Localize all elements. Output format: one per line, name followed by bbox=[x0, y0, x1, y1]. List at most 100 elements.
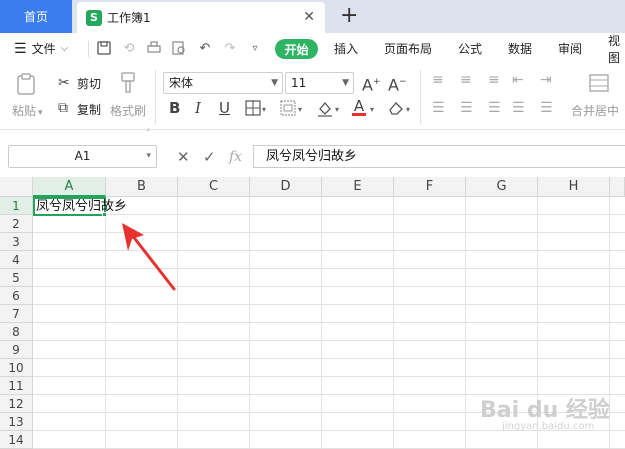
column-header-g[interactable]: G bbox=[466, 177, 538, 197]
spreadsheet-icon: S bbox=[86, 9, 102, 26]
tab-review[interactable]: 审阅 bbox=[558, 33, 582, 64]
row-header-5[interactable]: 5 bbox=[0, 269, 33, 287]
font-color-button[interactable]: A bbox=[352, 98, 366, 116]
file-menu-label: 文件 bbox=[31, 42, 56, 56]
row-header-2[interactable]: 2 bbox=[0, 215, 33, 233]
tab-data[interactable]: 数据 bbox=[508, 33, 532, 64]
tab-page-layout[interactable]: 页面布局 bbox=[384, 33, 432, 64]
chevron-down-icon: ▼ bbox=[342, 78, 349, 88]
name-box[interactable]: A1 ▾ bbox=[8, 145, 157, 168]
customize-toolbar-icon[interactable]: ▿ bbox=[247, 41, 263, 57]
italic-button[interactable]: I bbox=[195, 100, 201, 116]
column-header-f[interactable]: F bbox=[394, 177, 466, 197]
align-bottom-icon[interactable]: ≡ bbox=[488, 72, 500, 88]
row-header-6[interactable]: 6 bbox=[0, 287, 33, 305]
row-header-7[interactable]: 7 bbox=[0, 305, 33, 323]
cancel-entry-icon[interactable]: ✕ bbox=[177, 149, 190, 165]
row-header-4[interactable]: 4 bbox=[0, 251, 33, 269]
select-all-corner[interactable] bbox=[0, 177, 33, 197]
clipboard-expand-icon[interactable]: ⌟ bbox=[146, 120, 150, 136]
tab-formulas[interactable]: 公式 bbox=[458, 33, 482, 64]
row-header-11[interactable]: 11 bbox=[0, 377, 33, 395]
workbook-tab[interactable]: S 工作簿1 ✕ bbox=[77, 2, 325, 33]
cell-a1-value: 凤兮凤兮归故乡 bbox=[36, 199, 128, 214]
tab-view[interactable]: 视图 bbox=[608, 33, 625, 65]
row-header-3[interactable]: 3 bbox=[0, 233, 33, 251]
column-header-b[interactable]: B bbox=[106, 177, 178, 197]
merge-center-icon[interactable] bbox=[588, 72, 610, 94]
close-icon[interactable]: ✕ bbox=[303, 9, 315, 25]
indent-increase-icon[interactable]: ⇥ bbox=[540, 72, 552, 88]
row-header-12[interactable]: 12 bbox=[0, 395, 33, 413]
copy-icon: ⧉ bbox=[58, 100, 68, 116]
column-header-d[interactable]: D bbox=[250, 177, 322, 197]
print-preview-icon[interactable] bbox=[171, 41, 187, 57]
justify-icon[interactable]: ☰ bbox=[512, 100, 525, 116]
align-left-icon[interactable]: ☰ bbox=[432, 100, 445, 116]
align-top-icon[interactable]: ≡ bbox=[432, 72, 444, 88]
merge-center-button[interactable]: 合并居中 bbox=[571, 102, 619, 119]
align-right-icon[interactable]: ☰ bbox=[488, 100, 501, 116]
eraser-icon[interactable] bbox=[387, 100, 405, 120]
paste-label: 粘贴 bbox=[12, 104, 37, 118]
chevron-down-icon[interactable]: ▾ bbox=[335, 102, 339, 118]
row-header-1[interactable]: 1 bbox=[0, 197, 33, 215]
file-menu[interactable]: ☰ 文件 ⌵ bbox=[14, 33, 68, 64]
formula-input[interactable]: 凤兮凤兮归故乡 bbox=[253, 145, 625, 168]
row-header-13[interactable]: 13 bbox=[0, 413, 33, 431]
grid-row-line bbox=[33, 358, 625, 359]
column-header-overflow[interactable] bbox=[610, 177, 625, 197]
grid-row-line bbox=[33, 304, 625, 305]
print-icon[interactable] bbox=[146, 41, 162, 57]
chevron-down-icon[interactable]: ▾ bbox=[406, 102, 410, 118]
new-tab-plus-icon[interactable]: + bbox=[340, 3, 358, 29]
distributed-icon[interactable]: ☰ bbox=[540, 100, 553, 116]
insert-function-icon[interactable]: fx bbox=[229, 149, 242, 165]
home-tab[interactable]: 首页 bbox=[0, 0, 72, 33]
export-icon[interactable]: ⟲ bbox=[121, 41, 137, 57]
baidu-watermark-url: jingyan.baidu.com bbox=[502, 421, 595, 432]
column-header-e[interactable]: E bbox=[322, 177, 394, 197]
row-header-9[interactable]: 9 bbox=[0, 341, 33, 359]
bold-button[interactable]: B bbox=[169, 100, 180, 116]
indent-decrease-icon[interactable]: ⇤ bbox=[512, 72, 524, 88]
row-header-10[interactable]: 10 bbox=[0, 359, 33, 377]
copy-button[interactable]: 复制 bbox=[77, 101, 101, 118]
undo-icon[interactable]: ↶ bbox=[197, 41, 213, 57]
paste-button[interactable]: 粘贴 ▾ bbox=[12, 102, 43, 119]
annotation-arrow bbox=[122, 223, 176, 291]
align-middle-icon[interactable]: ≡ bbox=[460, 72, 472, 88]
chevron-down-icon[interactable]: ▾ bbox=[298, 102, 302, 118]
tab-home[interactable]: 开始 bbox=[275, 39, 318, 59]
increase-font-size-icon[interactable]: A+ bbox=[362, 74, 381, 93]
paste-icon[interactable] bbox=[14, 72, 38, 96]
grid-row-line bbox=[33, 322, 625, 323]
font-name-select[interactable]: 宋体 ▼ bbox=[163, 72, 283, 94]
cell-style-icon[interactable] bbox=[280, 100, 296, 120]
font-size-select[interactable]: 11 ▼ bbox=[285, 72, 354, 94]
fill-color-icon[interactable] bbox=[316, 100, 334, 122]
row-header-8[interactable]: 8 bbox=[0, 323, 33, 341]
column-header-h[interactable]: H bbox=[538, 177, 610, 197]
format-painter-icon[interactable] bbox=[118, 72, 138, 96]
tab-insert[interactable]: 插入 bbox=[334, 33, 358, 64]
format-painter-button[interactable]: 格式刷 bbox=[110, 102, 146, 119]
redo-icon[interactable]: ↷ bbox=[222, 41, 238, 57]
borders-icon[interactable] bbox=[245, 100, 261, 120]
grid-row-line bbox=[33, 340, 625, 341]
cut-button[interactable]: 剪切 bbox=[77, 75, 101, 92]
underline-button[interactable]: U bbox=[219, 100, 230, 116]
column-header-a[interactable]: A bbox=[33, 177, 106, 197]
baidu-watermark: Bai du 经验 bbox=[480, 398, 610, 423]
scissors-icon: ✂ bbox=[58, 75, 70, 91]
confirm-entry-icon[interactable]: ✓ bbox=[203, 149, 216, 165]
decrease-font-size-icon[interactable]: A− bbox=[388, 74, 407, 93]
save-icon[interactable] bbox=[96, 41, 112, 57]
column-header-c[interactable]: C bbox=[178, 177, 250, 197]
row-header-14[interactable]: 14 bbox=[0, 431, 33, 449]
chevron-down-icon: ▼ bbox=[271, 78, 278, 88]
align-center-icon[interactable]: ☰ bbox=[460, 100, 473, 116]
chevron-down-icon[interactable]: ▾ bbox=[370, 102, 374, 118]
chevron-down-icon[interactable]: ▾ bbox=[262, 102, 266, 118]
chevron-down-icon: ▾ bbox=[146, 151, 151, 161]
